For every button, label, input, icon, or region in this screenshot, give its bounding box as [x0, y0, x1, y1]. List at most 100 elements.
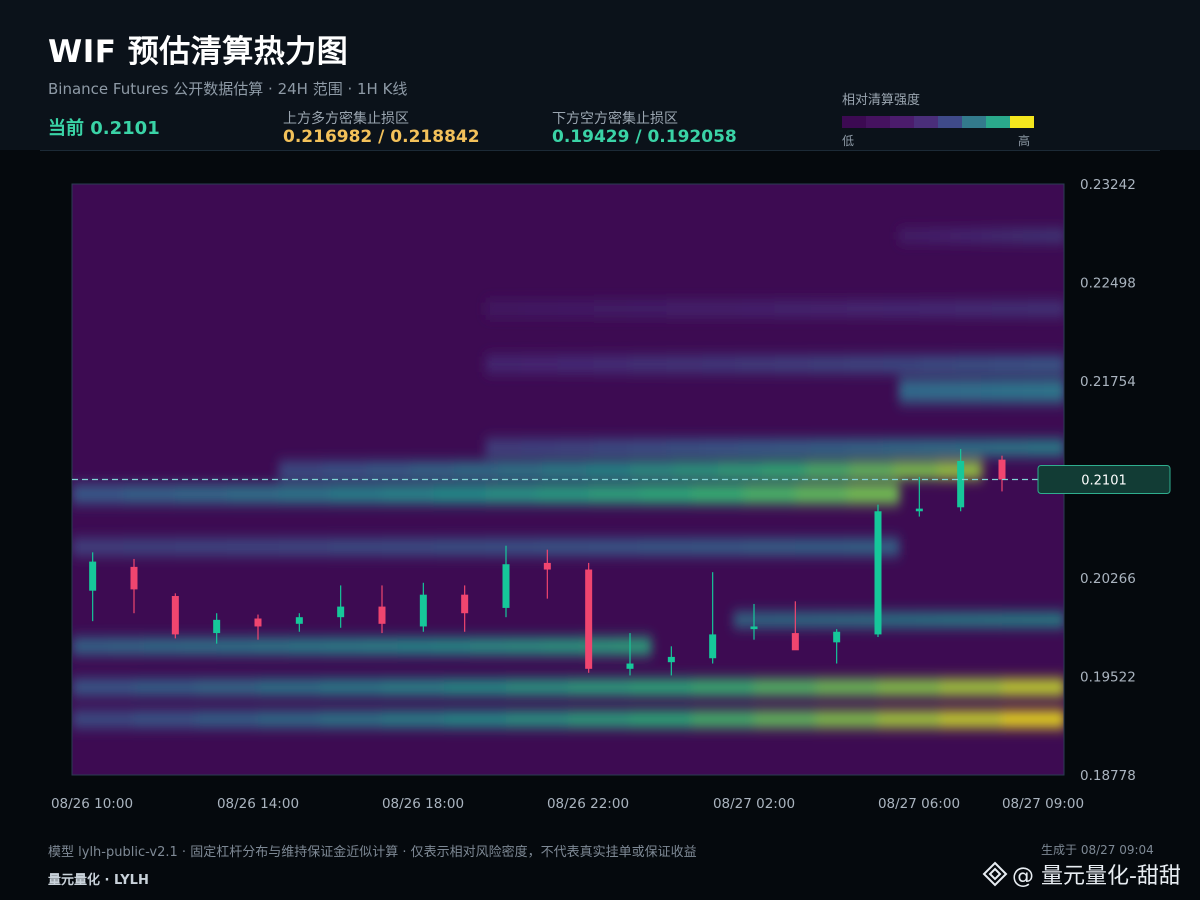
heat-band-segment [485, 356, 523, 373]
heat-band-segment [1053, 378, 1064, 403]
heat-band-segment [258, 711, 321, 728]
heat-band-segment [469, 638, 507, 655]
current-price-tag-label: 0.2101 [1081, 474, 1127, 489]
heat-band-segment [325, 638, 363, 655]
heat-band-segment [485, 539, 538, 555]
heat-band-segment [485, 439, 523, 456]
heat-band-segment [1002, 711, 1064, 728]
candle-body-up [915, 508, 923, 512]
heat-band-segment [754, 679, 817, 696]
heat-band-segment [909, 230, 921, 242]
candle-body-down [254, 618, 262, 627]
heat-band-segment [666, 302, 704, 316]
heat-band-segment [557, 356, 595, 373]
heat-band-segment [175, 484, 228, 504]
heat-band-segment [950, 230, 962, 242]
heat-band-segment [382, 679, 445, 696]
heat-band-segment [1033, 230, 1045, 242]
heat-band-segment [1033, 378, 1045, 403]
heat-band-segment [1027, 302, 1064, 316]
heat-band-segment [485, 484, 538, 504]
heat-band-segment [847, 439, 885, 456]
heat-band-segment [795, 539, 848, 555]
heat-band-segment [981, 230, 993, 242]
heat-band-segment [227, 484, 280, 504]
heat-band-segment [252, 638, 290, 655]
heat-band-segment [883, 439, 921, 456]
candle-body-down [585, 569, 593, 669]
heat-band-segment [738, 356, 776, 373]
heat-band-segment [898, 613, 921, 627]
heat-band-segment [955, 302, 993, 316]
heat-band-segment [586, 462, 631, 479]
heat-band-segment [754, 711, 817, 728]
liquidation-heatmap-chart: 0.2101 0.23242 0.22498 0.21754 0.20266 0.195… [51, 177, 1171, 812]
heat-band-segment [123, 484, 177, 504]
heat-band-segment [382, 539, 435, 555]
heat-band-segment [1002, 230, 1014, 242]
heat-band-segment [774, 356, 812, 373]
candle-body-up [833, 631, 841, 643]
heat-band-segment [144, 638, 182, 655]
heat-band-segment [1027, 356, 1064, 373]
heat-band-segment [588, 539, 642, 555]
heat-band-segment [72, 484, 125, 504]
heat-band-segment [847, 539, 900, 555]
heat-band-segment [774, 439, 812, 456]
heat-band-segment [444, 711, 507, 728]
heat-band-segment [1053, 230, 1064, 242]
heat-band-segment [382, 711, 445, 728]
heat-band-segment [847, 484, 900, 504]
candle-body-up [750, 626, 758, 630]
heat-band-segment [733, 613, 755, 627]
heat-band-segment [761, 462, 807, 479]
y-tick-label: 0.22498 [1080, 276, 1136, 292]
heat-band-segment [180, 638, 218, 655]
heat-band-segment [919, 378, 931, 403]
y-tick-label: 0.18778 [1080, 768, 1136, 784]
heat-band-segment [940, 613, 962, 627]
heat-band-segment [929, 378, 941, 403]
candle-body-up [89, 561, 97, 591]
heat-band-segment [557, 439, 595, 456]
heat-band-segment [614, 638, 652, 655]
heat-band-segment [630, 711, 693, 728]
heat-band-segment [666, 356, 704, 373]
heat-band-segment [955, 356, 993, 373]
heat-band-segment [521, 356, 559, 373]
heat-band-segment [960, 378, 972, 403]
heat-band-segment [960, 613, 983, 627]
heat-band-segment [816, 679, 879, 696]
heat-band-segment [1022, 378, 1034, 403]
heat-band-segment [702, 356, 740, 373]
heat-band-segment [72, 711, 135, 728]
heat-band-segment [1002, 679, 1064, 696]
heat-band-segment [1027, 439, 1064, 456]
heat-band-segment [72, 638, 110, 655]
heat-band-segment [630, 439, 668, 456]
heat-band-segment [893, 462, 939, 479]
heat-band-segment [919, 613, 941, 627]
heat-band-segment [175, 539, 228, 555]
candle-body-down [543, 562, 551, 570]
heat-band-segment [919, 439, 957, 456]
heat-band-segment [816, 613, 838, 627]
heat-band-segment [593, 356, 631, 373]
heat-band-segment [593, 302, 631, 316]
watermark-text: @ 量元量化-甜甜 [1012, 864, 1181, 889]
heat-band-segment [692, 484, 745, 504]
heat-band-segment [1002, 613, 1024, 627]
heat-band-segment [878, 679, 941, 696]
heat-band-segment [810, 302, 848, 316]
heat-band-segment [702, 302, 740, 316]
heat-band-segment [382, 484, 435, 504]
heat-band-segment [991, 302, 1029, 316]
candle-body-up [295, 617, 303, 624]
y-tick-label: 0.19522 [1080, 670, 1136, 686]
x-tick-label: 08/27 09:00 [1002, 796, 1084, 812]
heat-band-segment [673, 462, 719, 479]
footer-brand: 量元量化 · LYLH [48, 873, 149, 888]
heat-band-segment [981, 378, 993, 403]
heat-band-segment [278, 484, 332, 504]
heat-band-segment [950, 378, 962, 403]
